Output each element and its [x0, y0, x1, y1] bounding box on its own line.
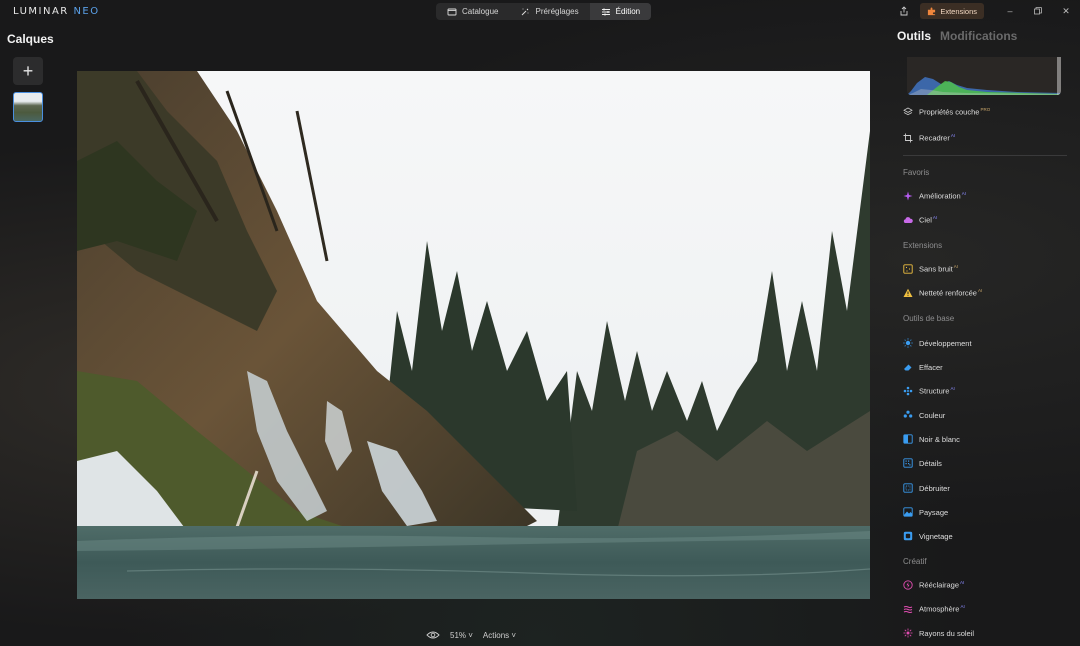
tool-details[interactable]: Détails [903, 456, 942, 470]
section-extensions: Extensions [903, 241, 943, 250]
noise-icon [903, 264, 913, 274]
sliders-icon [601, 8, 610, 15]
tool-layer-properties[interactable]: Propriétés couchePRO [903, 105, 990, 119]
image-canvas[interactable] [77, 71, 870, 599]
section-essentials: Outils de base [903, 314, 955, 323]
close-icon: ✕ [1062, 5, 1070, 16]
sparkle-icon [903, 191, 913, 201]
crop-icon [903, 133, 913, 143]
tool-vignette[interactable]: Vignetage [903, 529, 953, 543]
tool-crop[interactable]: RecadrerAI [903, 131, 955, 145]
sun-icon [903, 338, 913, 348]
cloud-icon [903, 215, 913, 225]
minimize-icon: – [1007, 6, 1013, 16]
chevron-down-icon: ˅ [466, 630, 473, 640]
color-icon [903, 410, 913, 420]
atmosphere-icon [903, 604, 913, 614]
actions-dropdown[interactable]: Actions ˅ [483, 631, 516, 640]
landscape-icon [903, 507, 913, 517]
tool-black-white[interactable]: Noir & blanc [903, 432, 960, 446]
maximize-button[interactable] [1024, 2, 1052, 20]
tool-structure[interactable]: StructureAI [903, 384, 955, 398]
tool-enhance[interactable]: AméliorationAI [903, 189, 966, 203]
tool-sunrays[interactable]: Rayons du soleil [903, 626, 974, 640]
section-creative: Créatif [903, 557, 927, 566]
magic-wand-icon [522, 8, 529, 15]
tab-edits[interactable]: Modifications [940, 29, 1017, 43]
section-favorites: Favoris [903, 168, 930, 177]
eraser-icon [903, 362, 913, 372]
tool-atmosphere[interactable]: AtmosphèreAI [903, 602, 965, 616]
right-panel-tabs: Outils Modifications [897, 29, 1017, 43]
tool-develop[interactable]: Développement [903, 336, 972, 350]
zoom-dropdown[interactable]: 51% ˅ [450, 631, 473, 640]
warning-triangle-icon [903, 288, 913, 298]
share-icon [900, 6, 908, 16]
histogram [907, 57, 1061, 95]
restore-icon [1034, 7, 1042, 15]
layer-thumbnail[interactable] [13, 92, 43, 122]
layers-icon [903, 107, 913, 117]
plus-icon: + [22, 60, 34, 81]
details-icon [903, 458, 913, 468]
puzzle-icon [928, 6, 936, 15]
add-layer-button[interactable]: + [13, 57, 43, 85]
vignette-icon [903, 531, 913, 541]
chevron-down-icon: ˅ [509, 630, 517, 640]
top-bar: LUMINAR NEO Catalogue Préréglages Éditio… [0, 0, 1080, 22]
mode-switcher: Catalogue Préréglages Édition [436, 3, 652, 20]
tool-color[interactable]: Couleur [903, 408, 945, 422]
bottom-bar: 51% ˅ Actions ˅ [426, 628, 516, 642]
layers-title: Calques [7, 32, 54, 46]
window-controls-area: Extensions – ✕ [894, 2, 1080, 20]
tab-tools[interactable]: Outils [897, 29, 931, 43]
tab-catalogue[interactable]: Catalogue [436, 3, 509, 20]
relight-icon [903, 580, 913, 590]
minimize-button[interactable]: – [996, 2, 1024, 20]
denoise-icon [903, 483, 913, 493]
close-button[interactable]: ✕ [1052, 2, 1080, 20]
extensions-button[interactable]: Extensions [920, 3, 984, 19]
tool-relight[interactable]: RééclairageAI [903, 578, 964, 592]
structure-icon [903, 386, 913, 396]
app-logo: LUMINAR NEO [13, 6, 100, 17]
tool-denoise[interactable]: Débruiter [903, 481, 950, 495]
eye-icon[interactable] [426, 630, 440, 640]
share-button[interactable] [894, 2, 914, 20]
photo-river-gorge [77, 71, 870, 599]
divider [903, 155, 1067, 156]
tab-edit[interactable]: Édition [589, 3, 652, 20]
tool-noiseless[interactable]: Sans bruitAI [903, 262, 958, 276]
folder-icon [447, 8, 457, 15]
tab-presets[interactable]: Préréglages [509, 3, 589, 20]
tool-sky[interactable]: CielAI [903, 213, 937, 227]
tool-landscape[interactable]: Paysage [903, 505, 948, 519]
bw-icon [903, 434, 913, 444]
sunrays-icon [903, 628, 913, 638]
tool-supersharp[interactable]: Netteté renforcéeAI [903, 286, 982, 300]
tool-erase[interactable]: Effacer [903, 360, 943, 374]
